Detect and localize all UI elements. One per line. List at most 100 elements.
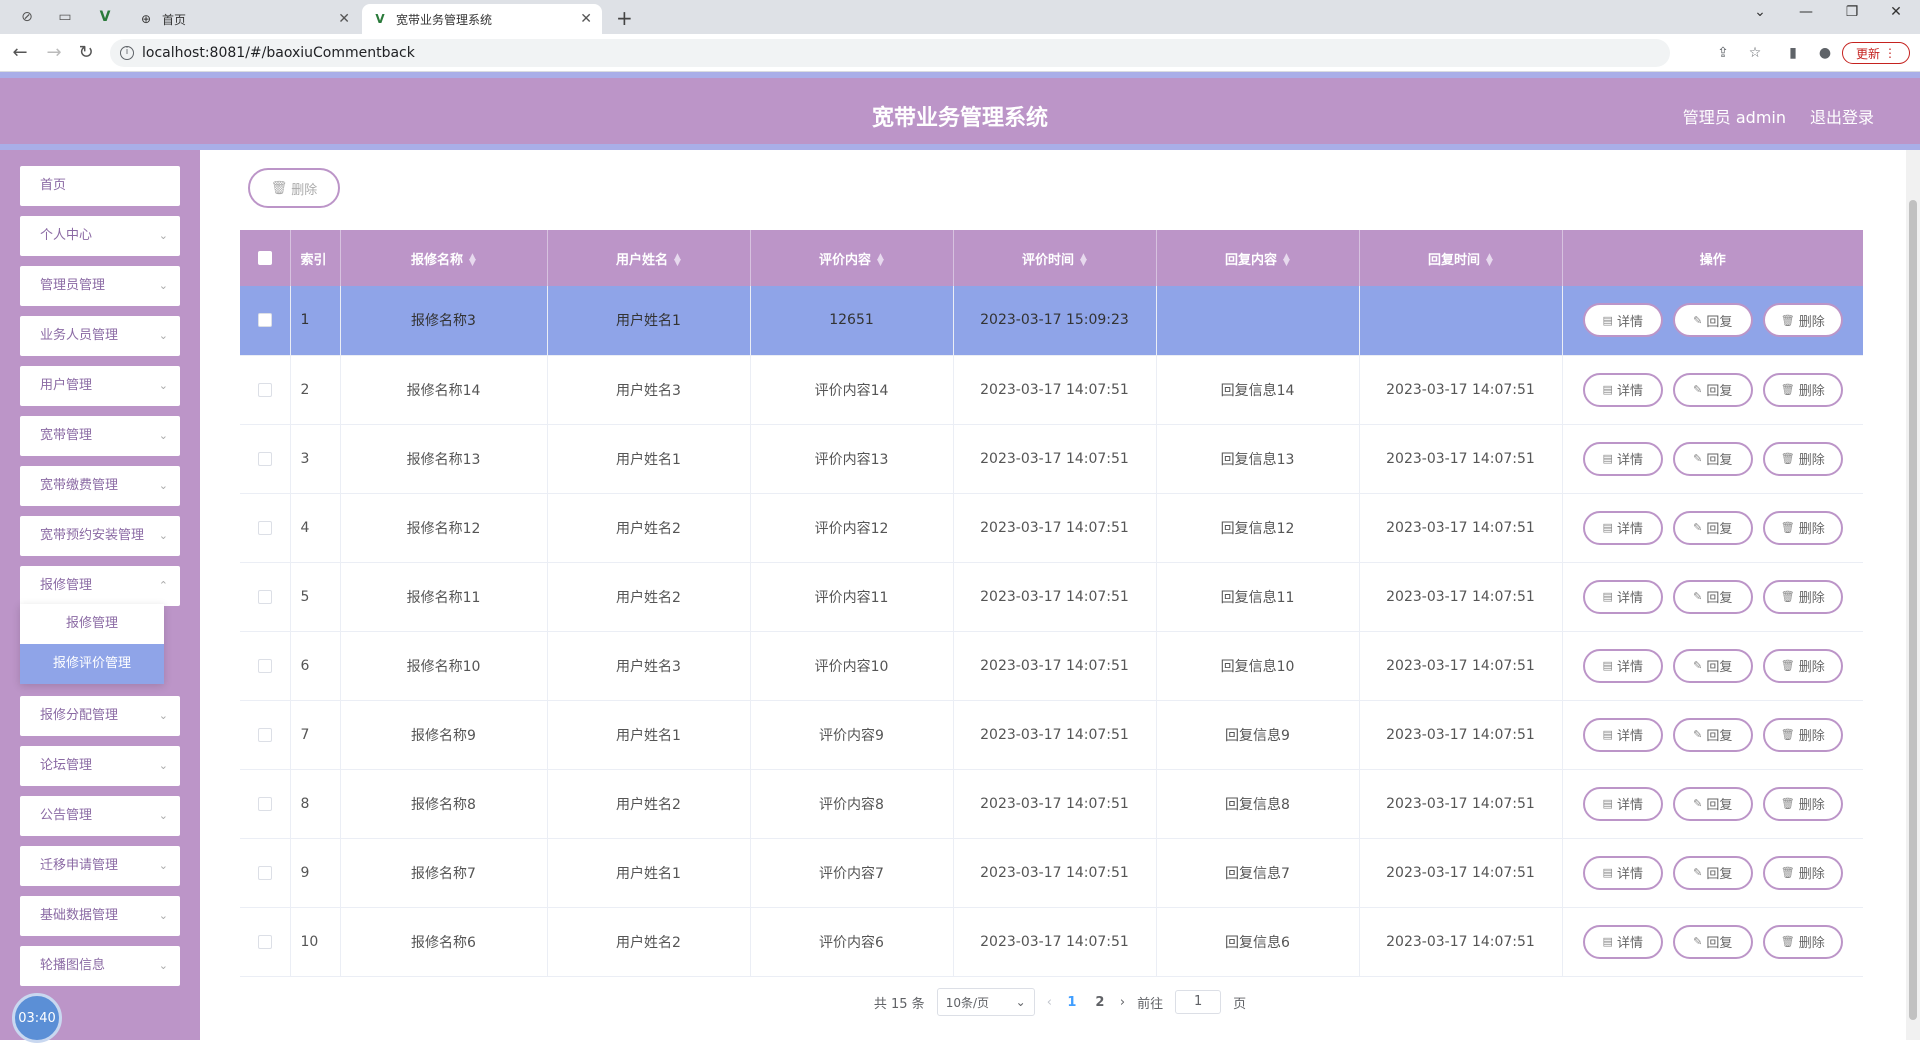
logout-link[interactable]: 退出登录 [1810,104,1874,128]
sidebar-item-carousel[interactable]: 轮播图信息 ⌄ [20,946,180,986]
table-row[interactable]: 2 报修名称14 用户姓名3 评价内容14 2023-03-17 14:07:51 回复信… [240,355,1863,425]
sidebar-item-admin[interactable]: 管理员管理 ⌄ [20,266,180,306]
row-checkbox[interactable] [257,796,272,811]
sort-icon[interactable]: ▲ ▼ [1486,253,1493,268]
detail-button[interactable]: ▤ 详情 [1582,372,1663,407]
delete-button[interactable]: 🗑 删除 [1762,579,1843,614]
col-time[interactable]: 评价时间 ▲ ▼ [953,230,1157,286]
row-checkbox[interactable] [257,934,272,949]
maximize-button[interactable]: ❐ [1832,4,1872,20]
reload-icon[interactable]: ↻ [76,43,96,63]
blank-tab-icon[interactable]: ▭ [56,8,74,26]
detail-button[interactable]: ▤ 详情 [1582,303,1663,338]
row-checkbox[interactable] [257,520,272,535]
reply-button[interactable]: ✎ 回复 [1672,303,1753,338]
detail-button[interactable]: ▤ 详情 [1582,717,1663,752]
reply-button[interactable]: ✎ 回复 [1672,717,1753,752]
new-tab-button[interactable]: + [616,6,633,30]
sort-icon[interactable]: ▲ ▼ [877,253,884,268]
profile-icon[interactable]: ● [1816,44,1834,62]
delete-button[interactable]: 🗑 删除 [1762,924,1843,959]
reply-button[interactable]: ✎ 回复 [1672,855,1753,890]
close-tab-icon[interactable]: ✕ [338,11,350,27]
reply-button[interactable]: ✎ 回复 [1672,372,1753,407]
table-row[interactable]: 6 报修名称10 用户姓名3 评价内容10 2023-03-17 14:07:51 回复信… [240,631,1863,701]
goto-page-input[interactable]: 1 [1175,990,1222,1014]
minimize-button[interactable]: — [1786,4,1826,20]
next-page-icon[interactable]: › [1120,995,1125,1010]
col-user[interactable]: 用户姓名 ▲ ▼ [547,230,751,286]
scrollbar-thumb[interactable] [1909,200,1917,1020]
delete-button[interactable]: 🗑 删除 [1762,303,1843,338]
sort-icon[interactable]: ▲ ▼ [1283,253,1290,268]
reply-button[interactable]: ✎ 回复 [1672,924,1753,959]
reply-button[interactable]: ✎ 回复 [1672,648,1753,683]
sidebar-item-home[interactable]: 首页 [20,166,180,206]
forward-icon[interactable]: → [44,43,64,63]
sort-icon[interactable]: ▲ ▼ [469,253,476,268]
sidebar-item-migrate[interactable]: 迁移申请管理 ⌄ [20,846,180,886]
sidebar-item-forum[interactable]: 论坛管理 ⌄ [20,746,180,786]
sort-icon[interactable]: ▲ ▼ [1080,253,1087,268]
detail-button[interactable]: ▤ 详情 [1582,786,1663,821]
row-checkbox[interactable] [257,451,272,466]
reply-button[interactable]: ✎ 回复 [1672,579,1753,614]
page-size-select[interactable]: 10条/页 ⌄ [936,988,1035,1016]
delete-button[interactable]: 🗑 删除 [1762,855,1843,890]
sidebar-item-users[interactable]: 用户管理 ⌄ [20,366,180,406]
detail-button[interactable]: ▤ 详情 [1582,924,1663,959]
back-icon[interactable]: ← [10,43,30,63]
close-window-button[interactable]: ✕ [1876,4,1916,20]
sidebar-item-install[interactable]: 宽带预约安装管理 ⌄ [20,516,180,556]
delete-button[interactable]: 🗑 删除 [1762,510,1843,545]
submenu-item-repair[interactable]: 报修管理 [20,604,164,644]
batch-delete-button[interactable]: 🗑 删除 [248,168,340,208]
page-2[interactable]: 2 [1092,995,1108,1010]
col-reply[interactable]: 回复内容 ▲ ▼ [1156,230,1360,286]
sidebar-item-payment[interactable]: 宽带缴费管理 ⌄ [20,466,180,506]
delete-button[interactable]: 🗑 删除 [1762,441,1843,476]
detail-button[interactable]: ▤ 详情 [1582,441,1663,476]
reply-button[interactable]: ✎ 回复 [1672,786,1753,821]
table-row[interactable]: 4 报修名称12 用户姓名2 评价内容12 2023-03-17 14:07:51 回复信… [240,493,1863,563]
delete-button[interactable]: 🗑 删除 [1762,786,1843,821]
sidebar-item-basedata[interactable]: 基础数据管理 ⌄ [20,896,180,936]
sort-icon[interactable]: ▲ ▼ [674,253,681,268]
share-icon[interactable]: ⇪ [1714,44,1732,62]
delete-button[interactable]: 🗑 删除 [1762,717,1843,752]
detail-button[interactable]: ▤ 详情 [1582,648,1663,683]
col-content[interactable]: 评价内容 ▲ ▼ [750,230,954,286]
detail-button[interactable]: ▤ 详情 [1582,579,1663,614]
close-tab-icon[interactable]: ✕ [580,11,592,27]
site-info-icon[interactable]: i [120,46,134,60]
row-checkbox[interactable] [257,658,272,673]
tab-active[interactable]: V 宽带业务管理系统 ✕ [362,4,602,34]
sidebar-item-profile[interactable]: 个人中心 ⌄ [20,216,180,256]
page-scrollbar[interactable] [1906,150,1920,1040]
prev-page-icon[interactable]: ‹ [1047,995,1052,1010]
address-bar[interactable]: i localhost:8081/#/baoxiuCommentback [110,39,1670,67]
sidebar-item-assign[interactable]: 报修分配管理 ⌄ [20,696,180,736]
row-checkbox[interactable] [257,313,272,328]
row-checkbox[interactable] [257,865,272,880]
sidepanel-icon[interactable]: ▮ [1784,44,1802,62]
col-reply-time[interactable]: 回复时间 ▲ ▼ [1359,230,1563,286]
vue-logo-icon[interactable]: V [96,8,114,26]
table-row[interactable]: 10 报修名称6 用户姓名2 评价内容6 2023-03-17 14:07:51 回复信息… [240,907,1863,977]
row-checkbox[interactable] [257,727,272,742]
detail-button[interactable]: ▤ 详情 [1582,510,1663,545]
col-name[interactable]: 报修名称 ▲ ▼ [340,230,548,286]
table-row[interactable]: 5 报修名称11 用户姓名2 评价内容11 2023-03-17 14:07:51 回复信… [240,562,1863,632]
delete-button[interactable]: 🗑 删除 [1762,372,1843,407]
select-all-checkbox[interactable] [257,251,272,265]
detail-button[interactable]: ▤ 详情 [1582,855,1663,890]
sidebar-item-notice[interactable]: 公告管理 ⌄ [20,796,180,836]
sidebar-item-staff[interactable]: 业务人员管理 ⌄ [20,316,180,356]
sidebar-item-repair[interactable]: 报修管理 ⌃ [20,566,180,606]
table-row[interactable]: 1 报修名称3 用户姓名1 12651 2023-03-17 15:09:23 ▤ 详情 ✎ 回… [240,286,1863,356]
row-checkbox[interactable] [257,382,272,397]
table-row[interactable]: 3 报修名称13 用户姓名1 评价内容13 2023-03-17 14:07:51 回复信… [240,424,1863,494]
page-1[interactable]: 1 [1064,995,1080,1010]
sidebar-item-broadband[interactable]: 宽带管理 ⌄ [20,416,180,456]
tab-home[interactable]: ⊕ 首页 ✕ [128,4,360,34]
